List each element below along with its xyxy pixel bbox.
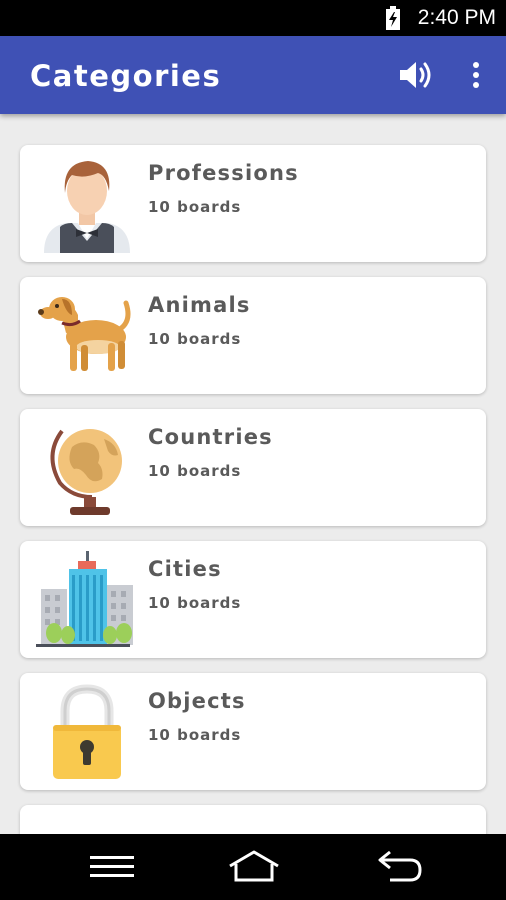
category-name: Professions (148, 161, 299, 185)
back-icon[interactable] (370, 848, 424, 886)
category-count: 10 boards (148, 594, 242, 612)
category-name: Countries (148, 425, 273, 449)
volume-icon[interactable] (396, 58, 436, 92)
category-name: Objects (148, 689, 246, 713)
category-card-professions[interactable]: Professions 10 boards (20, 145, 486, 262)
globe-icon (50, 429, 122, 515)
home-icon[interactable] (226, 848, 282, 886)
more-vert-icon[interactable] (462, 58, 490, 92)
page-title: Categories (30, 59, 222, 93)
padlock-icon (53, 684, 121, 779)
category-count: 10 boards (148, 330, 242, 348)
status-time: 2:40 PM (417, 6, 496, 29)
category-name: Animals (148, 293, 251, 317)
category-card-objects[interactable]: Objects 10 boards (20, 673, 486, 790)
navigation-bar (0, 834, 506, 900)
app-bar: Categories (0, 36, 506, 114)
category-name: Cities (148, 557, 222, 581)
category-list: Professions 10 boards Animals 10 boards (0, 114, 506, 834)
category-count: 10 boards (148, 198, 242, 216)
category-count: 10 boards (148, 726, 242, 744)
menu-icon[interactable] (88, 848, 136, 886)
category-card-cities[interactable]: Cities 10 boards (20, 541, 486, 658)
battery-charging-icon (386, 6, 400, 30)
category-card-partial[interactable] (20, 805, 486, 834)
dog-icon (38, 297, 131, 371)
category-count: 10 boards (148, 462, 242, 480)
category-card-animals[interactable]: Animals 10 boards (20, 277, 486, 394)
status-bar: 2:40 PM (0, 0, 506, 36)
city-icon (36, 551, 133, 647)
category-card-countries[interactable]: Countries 10 boards (20, 409, 486, 526)
waiter-icon (44, 161, 130, 253)
